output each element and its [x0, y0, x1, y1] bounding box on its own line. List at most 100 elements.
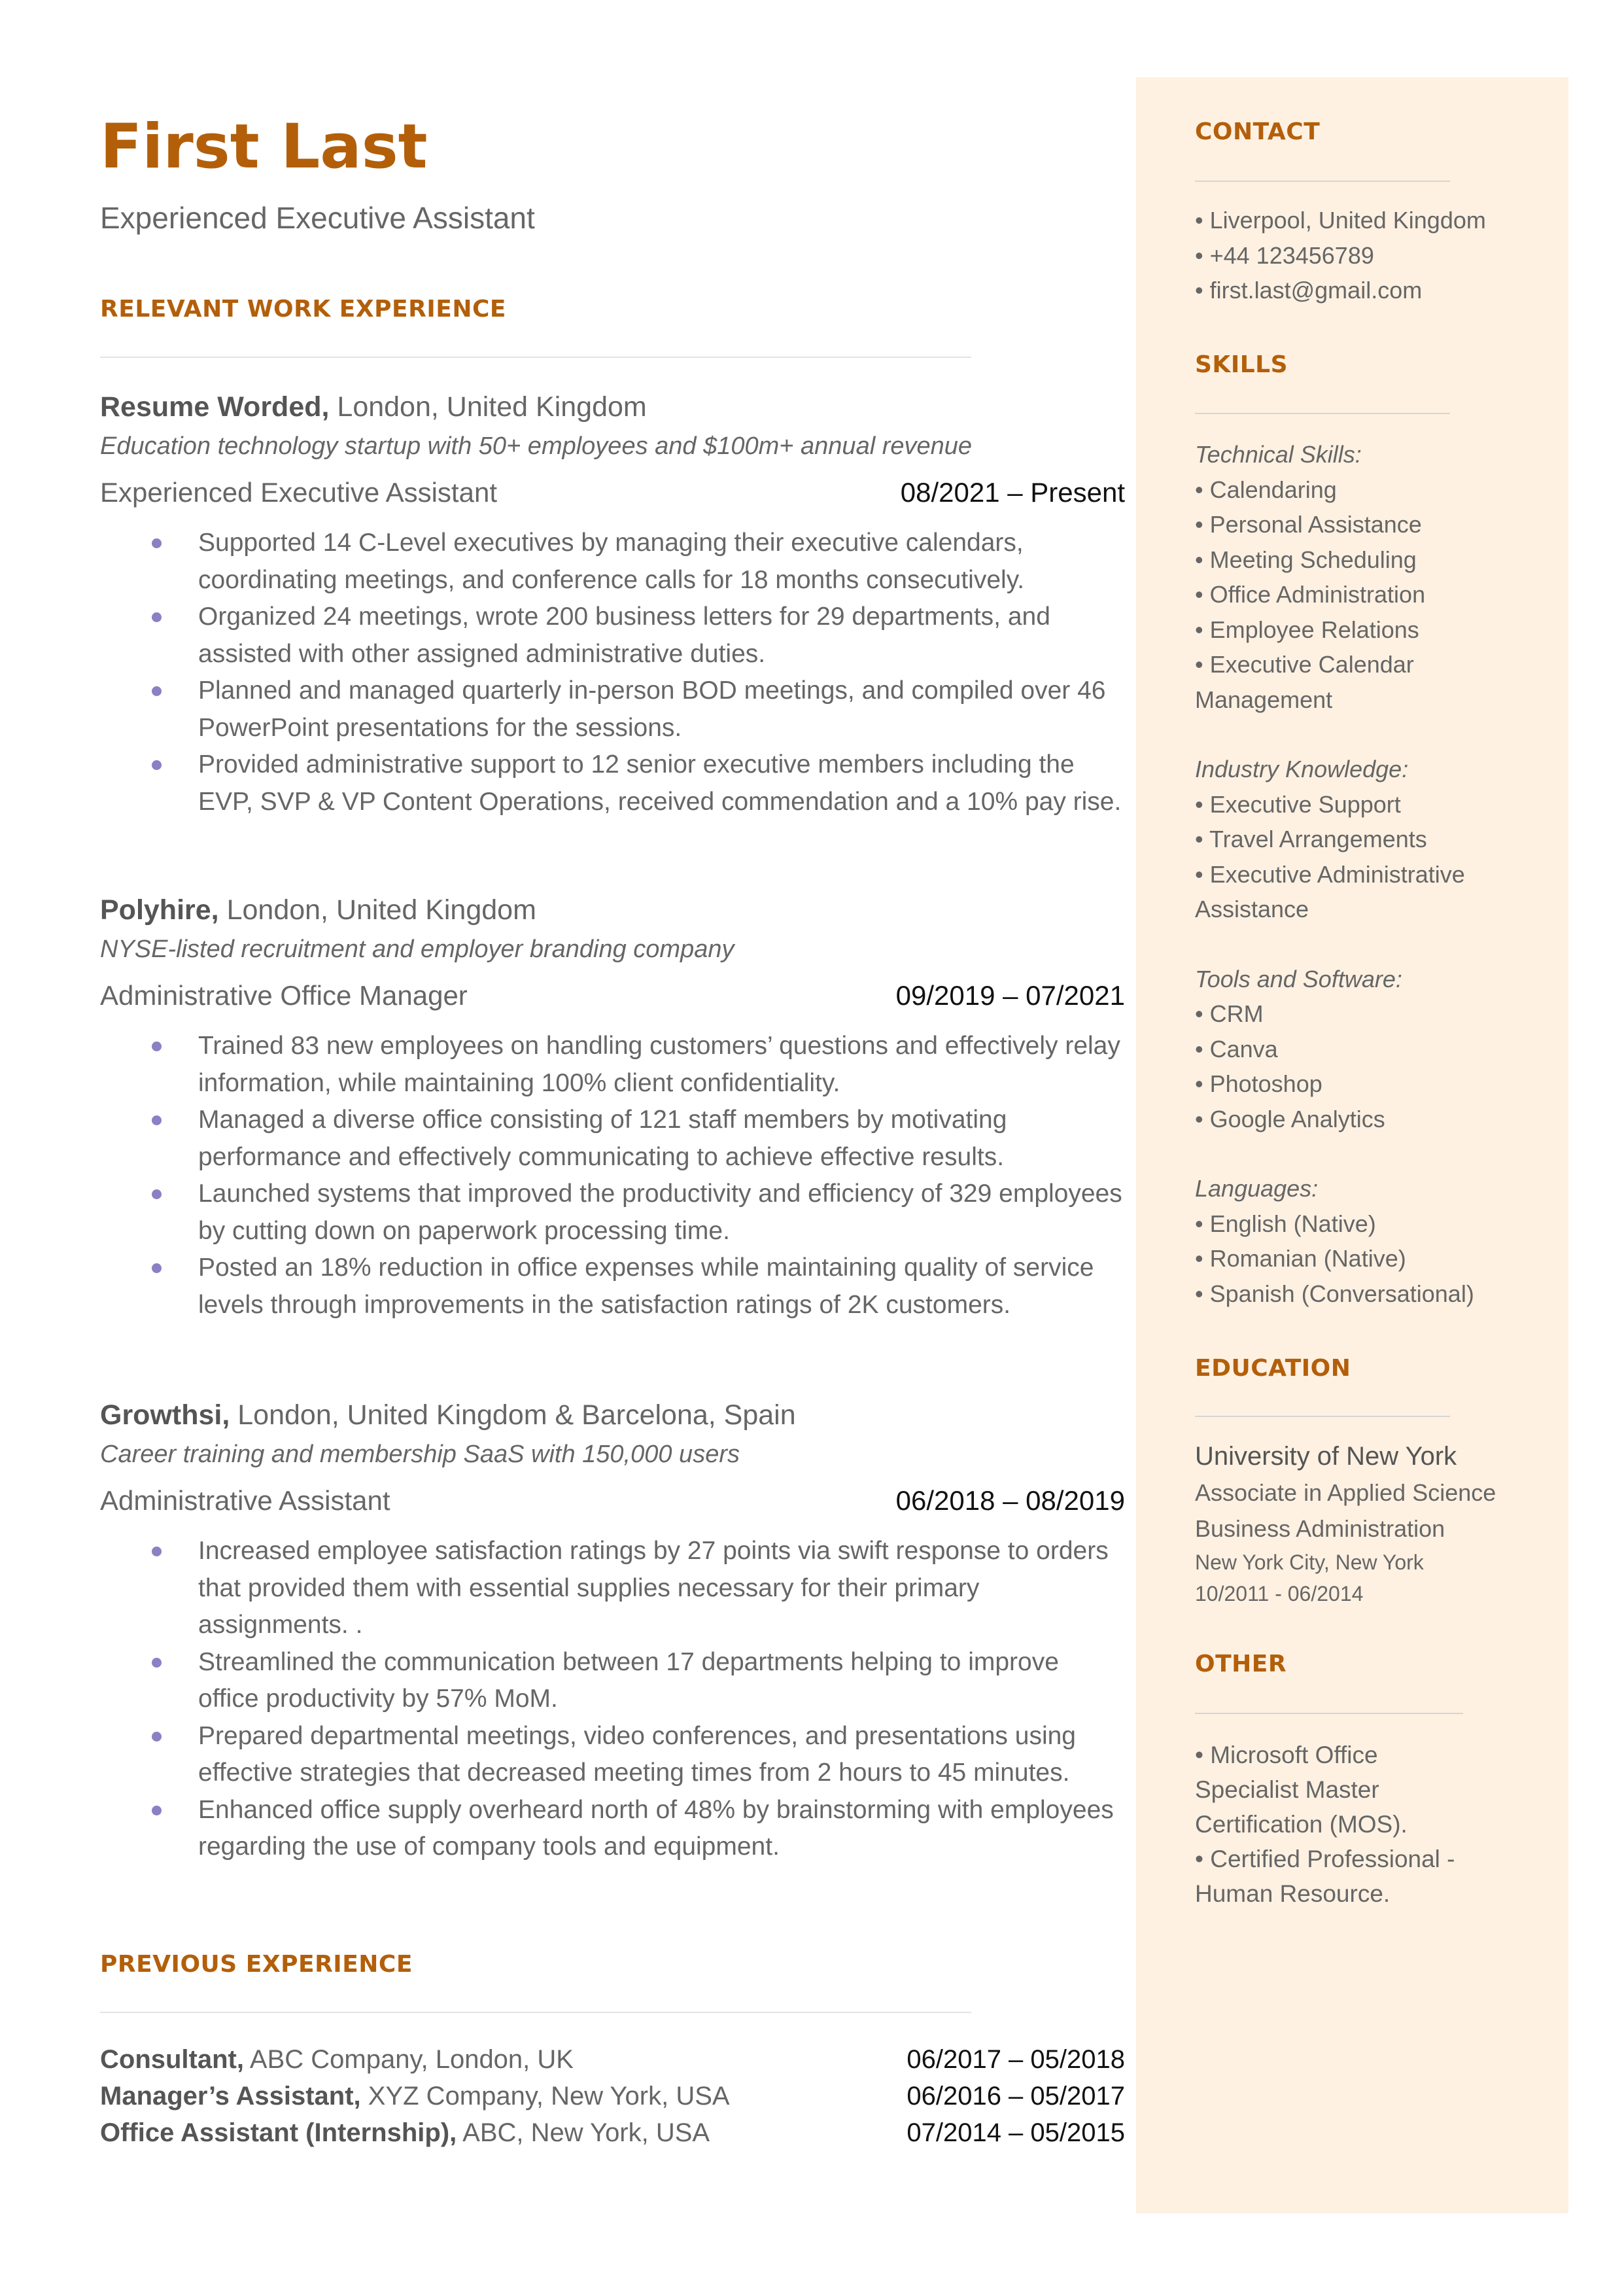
company-line: Polyhire, London, United Kingdom [100, 890, 1125, 930]
achievement-item: Organized 24 meetings, wrote 200 busines… [100, 599, 1125, 673]
achievement-item: Prepared departmental meetings, video co… [100, 1718, 1125, 1792]
skill-item: • Office Administration [1195, 581, 1426, 608]
company-location: London, United Kingdom & Barcelona, Spai… [230, 1399, 796, 1431]
candidate-title: Experienced Executive Assistant [100, 201, 535, 235]
previous-experience-list: Consultant, ABC Company, London, UK 06/2… [100, 2041, 1125, 2151]
contact-list: • Liverpool, United Kingdom • +44 123456… [1195, 203, 1535, 308]
bullet-dot-icon [152, 612, 162, 622]
role-row: Administrative Office Manager 09/2019 – … [100, 975, 1125, 1016]
skill-category: Industry Knowledge: [1195, 756, 1409, 782]
skill-item: • Calendaring [1195, 476, 1337, 503]
skill-item: • Executive Administrative Assistance [1195, 860, 1465, 923]
achievement-text: Managed a diverse office consisting of 1… [198, 1106, 1007, 1171]
bullet-dot-icon [152, 1042, 162, 1051]
bullet-dot-icon [152, 1115, 162, 1125]
relevant-experience-heading: RELEVANT WORK EXPERIENCE [100, 296, 506, 323]
bullet-dot-icon [152, 1263, 162, 1273]
company-description: Education technology startup with 50+ em… [100, 432, 973, 460]
job-dates: 09/2019 – 07/2021 [895, 980, 1125, 1011]
section-divider [100, 357, 971, 358]
skill-item: • English (Native) [1195, 1210, 1376, 1237]
achievement-text: Increased employee satisfaction ratings … [198, 1537, 1109, 1639]
certification-item: • Microsoft Office Specialist Master Cer… [1195, 1742, 1408, 1838]
bullet-dot-icon [152, 538, 162, 548]
achievement-text: Trained 83 new employees on handling cus… [198, 1032, 1120, 1097]
previous-dates: 06/2017 – 05/2018 [907, 2045, 1125, 2074]
company-line: Resume Worded, London, United Kingdom [100, 387, 1125, 427]
achievement-text: Supported 14 C-Level executives by manag… [198, 529, 1025, 594]
degree: Associate in Applied Science [1195, 1479, 1496, 1506]
company-description: NYSE-listed recruitment and employer bra… [100, 936, 734, 963]
achievement-text: Enhanced office supply overheard north o… [198, 1795, 1114, 1861]
previous-company: XYZ Company, New York, USA [360, 2082, 730, 2111]
skill-item: • Personal Assistance [1195, 511, 1422, 538]
company-location: London, United Kingdom [329, 391, 647, 423]
skill-item: • Executive Calendar Management [1195, 651, 1414, 713]
achievement-text: Organized 24 meetings, wrote 200 busines… [198, 603, 1050, 668]
section-divider [1195, 1713, 1463, 1714]
achievement-text: Posted an 18% reduction in office expens… [198, 1253, 1094, 1319]
contact-email[interactable]: • first.last@gmail.com [1195, 273, 1535, 308]
achievement-text: Planned and managed quarterly in-person … [198, 676, 1106, 742]
skills-list: Technical Skills: • Calendaring • Person… [1195, 437, 1535, 1311]
previous-role: Manager’s Assistant, [100, 2082, 361, 2111]
achievement-list: Supported 14 C-Level executives by manag… [100, 525, 1125, 820]
company-name: Polyhire, [100, 894, 219, 926]
achievement-list: Trained 83 new employees on handling cus… [100, 1028, 1125, 1323]
previous-role: Office Assistant (Internship), [100, 2118, 457, 2147]
school-location: New York City, New York [1195, 1550, 1424, 1574]
skill-item: • Canva [1195, 1035, 1278, 1062]
achievement-text: Launched systems that improved the produ… [198, 1180, 1122, 1245]
bullet-dot-icon [152, 760, 162, 770]
job-dates: 06/2018 – 08/2019 [895, 1485, 1125, 1516]
bullet-dot-icon [152, 1657, 162, 1668]
achievement-item: Trained 83 new employees on handling cus… [100, 1028, 1125, 1102]
skill-item: • Romanian (Native) [1195, 1245, 1406, 1272]
skill-category: Technical Skills: [1195, 441, 1362, 468]
company-name: Growthsi, [100, 1399, 230, 1431]
role-row: Administrative Assistant 06/2018 – 08/20… [100, 1480, 1125, 1521]
other-heading: OTHER [1195, 1651, 1287, 1677]
achievement-item: Posted an 18% reduction in office expens… [100, 1250, 1125, 1323]
job-dates: 08/2021 – Present [900, 477, 1125, 508]
achievement-item: Managed a diverse office consisting of 1… [100, 1102, 1125, 1176]
achievement-item: Launched systems that improved the produ… [100, 1176, 1125, 1250]
contact-heading: CONTACT [1195, 118, 1321, 145]
skill-item: • Spanish (Conversational) [1195, 1280, 1474, 1307]
section-divider [1195, 1416, 1450, 1417]
certification-item: • Certified Professional - Human Resourc… [1195, 1846, 1455, 1907]
achievement-item: Provided administrative support to 12 se… [100, 746, 1125, 820]
job-role: Experienced Executive Assistant [100, 477, 497, 508]
section-divider [100, 2012, 971, 2013]
job-role: Administrative Office Manager [100, 980, 468, 1011]
achievement-text: Streamlined the communication between 17… [198, 1647, 1059, 1713]
other-list: • Microsoft Office Specialist Master Cer… [1195, 1738, 1483, 1911]
major: Business Administration [1195, 1515, 1445, 1542]
skill-item: • Photoshop [1195, 1070, 1322, 1097]
job-role: Administrative Assistant [100, 1485, 390, 1516]
bullet-dot-icon [152, 1189, 162, 1199]
previous-dates: 06/2016 – 05/2017 [907, 2082, 1125, 2111]
section-divider [1195, 181, 1450, 182]
previous-job-row: Office Assistant (Internship), ABC, New … [100, 2114, 1125, 2151]
bullet-dot-icon [152, 686, 162, 696]
job-entry: Growthsi, London, United Kingdom & Barce… [100, 1395, 1125, 1866]
previous-job-row: Manager’s Assistant, XYZ Company, New Yo… [100, 2078, 1125, 2114]
previous-role: Consultant, [100, 2045, 244, 2074]
sidebar: CONTACT • Liverpool, United Kingdom • +4… [1136, 77, 1568, 2213]
skill-item: • Google Analytics [1195, 1105, 1385, 1132]
education-entry: University of New York Associate in Appl… [1195, 1438, 1535, 1609]
previous-job-row: Consultant, ABC Company, London, UK 06/2… [100, 2041, 1125, 2078]
skill-item: • CRM [1195, 1000, 1264, 1027]
skill-category: Languages: [1195, 1175, 1319, 1202]
bullet-dot-icon [152, 1547, 162, 1556]
skill-item: • Travel Arrangements [1195, 826, 1427, 852]
bullet-dot-icon [152, 1731, 162, 1742]
skill-item: • Meeting Scheduling [1195, 546, 1417, 573]
education-dates: 10/2011 - 06/2014 [1195, 1582, 1364, 1605]
previous-company: ABC, New York, USA [457, 2118, 710, 2147]
skill-item: • Employee Relations [1195, 616, 1419, 643]
achievement-list: Increased employee satisfaction ratings … [100, 1533, 1125, 1866]
school-name: University of New York [1195, 1442, 1457, 1471]
contact-phone[interactable]: • +44 123456789 [1195, 238, 1535, 273]
